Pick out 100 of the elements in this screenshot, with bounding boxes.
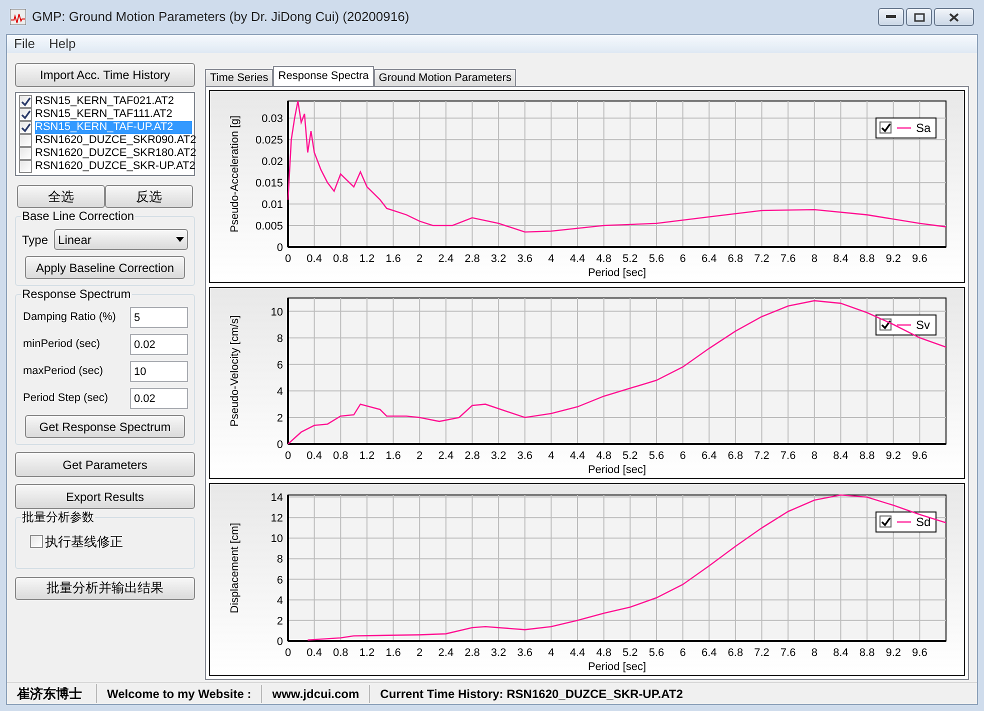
- checkbox[interactable]: [19, 134, 32, 147]
- action-button[interactable]: Export Results: [15, 484, 195, 509]
- checkbox[interactable]: [30, 535, 43, 548]
- menu-item[interactable]: Help: [48, 34, 76, 54]
- action-button[interactable]: Get Parameters: [15, 452, 195, 477]
- select-button[interactable]: 全选: [17, 185, 105, 208]
- tick-label: 0: [284, 253, 292, 266]
- minimize-button[interactable]: [878, 8, 904, 26]
- menu-item[interactable]: File: [14, 34, 35, 54]
- tick-label: 4.4: [570, 450, 586, 462]
- tick-label: 2.4: [438, 646, 454, 659]
- input-field[interactable]: 0.02: [130, 388, 188, 409]
- check-icon: [881, 517, 891, 526]
- tick-label: 1.2: [359, 450, 375, 462]
- input-field[interactable]: 5: [130, 307, 188, 328]
- type-dropdown[interactable]: Linear: [54, 229, 188, 250]
- apply-baseline-button[interactable]: Apply Baseline Correction: [25, 256, 185, 279]
- legend-label: Sd: [916, 514, 931, 529]
- tick-label: 8: [811, 253, 818, 266]
- maximize-button[interactable]: [906, 8, 932, 26]
- tick-label: 4.4: [570, 253, 586, 266]
- tick-label: 6: [680, 646, 686, 659]
- legend-label: Sa: [916, 121, 931, 136]
- axis-title: Period [sec]: [588, 660, 646, 673]
- tick-label: 6: [276, 359, 283, 372]
- tick-label: 7.6: [780, 646, 796, 659]
- checkbox[interactable]: [19, 95, 32, 108]
- tick-label: 4.4: [570, 646, 586, 659]
- tick-label: 0.8: [333, 253, 348, 266]
- list-item[interactable]: RSN1620_DUZCE_SKR180.AT2: [35, 147, 196, 160]
- tick-label: 0.01: [262, 199, 283, 212]
- tick-label: 0.005: [255, 220, 283, 233]
- tick-label: 2.8: [464, 646, 480, 659]
- tick-label: 4.8: [596, 253, 612, 266]
- axis-title: Period [sec]: [588, 267, 646, 280]
- tick-label: 2.4: [438, 253, 454, 266]
- checkbox[interactable]: [19, 160, 32, 173]
- tick-label: 3.2: [490, 450, 506, 462]
- tick-label: 2.8: [464, 450, 480, 462]
- tick-label: 7.2: [754, 450, 770, 462]
- tick-label: 5.2: [622, 450, 638, 462]
- list-item[interactable]: RSN1620_DUZCE_SKR090.AT2: [35, 134, 196, 147]
- tick-label: 3.6: [517, 646, 533, 659]
- list-item[interactable]: RSN15_KERN_TAF111.AT2: [35, 108, 192, 121]
- tab[interactable]: Time Series: [205, 69, 274, 86]
- list-item[interactable]: RSN15_KERN_TAF021.AT2: [35, 95, 192, 108]
- tick-label: 5.6: [648, 646, 664, 659]
- tick-label: 3.6: [517, 253, 533, 266]
- tick-label: 1.2: [359, 253, 375, 266]
- checkbox-label[interactable]: 执行基线修正: [45, 532, 123, 552]
- tick-label: 4: [276, 386, 283, 398]
- checkbox[interactable]: [19, 108, 32, 121]
- tick-label: 8: [276, 553, 283, 566]
- tick-label: 6.4: [701, 646, 717, 659]
- axis-title: Period [sec]: [588, 464, 646, 476]
- field-label: Damping Ratio (%): [23, 310, 116, 326]
- select-button[interactable]: 反选: [105, 185, 193, 208]
- group-title: 批量分析参数: [21, 509, 95, 525]
- tick-label: 10: [270, 532, 283, 545]
- field-label: maxPeriod (sec): [23, 364, 104, 380]
- tick-label: 8.4: [833, 450, 848, 462]
- tick-label: 2.4: [438, 450, 454, 462]
- tick-label: 9.6: [912, 253, 928, 266]
- tick-label: 4: [548, 253, 554, 266]
- tick-label: 10: [270, 306, 283, 318]
- field-label: Type: [22, 232, 48, 248]
- axis-title: Pseudo-Acceleration [g]: [229, 116, 241, 233]
- close-button[interactable]: [934, 8, 974, 26]
- checkbox[interactable]: [19, 121, 32, 134]
- tick-label: 0.025: [255, 134, 283, 147]
- tick-label: 8.8: [859, 253, 875, 266]
- tick-label: 4: [548, 450, 554, 462]
- check-icon: [881, 320, 891, 330]
- tick-label: 9.6: [912, 646, 928, 659]
- tick-label: 0.03: [262, 114, 283, 126]
- tick-label: 7.6: [780, 450, 796, 462]
- tick-label: 8.8: [859, 646, 875, 659]
- tick-label: 9.2: [886, 450, 901, 462]
- tick-label: 8.4: [833, 253, 848, 266]
- tick-label: 6.8: [728, 646, 744, 659]
- tick-label: 6: [680, 450, 686, 462]
- batch-button[interactable]: 批量分析并输出结果: [15, 576, 195, 600]
- window-title: GMP: Ground Motion Parameters (by Dr. JiDong Cui) (20200916): [32, 8, 410, 26]
- tick-label: 0: [276, 242, 283, 254]
- list-item[interactable]: RSN1620_DUZCE_SKR-UP.AT2: [35, 160, 196, 173]
- input-field[interactable]: 0.02: [130, 334, 188, 355]
- field-label: Period Step (sec): [23, 391, 108, 406]
- tick-label: 5.6: [648, 253, 664, 266]
- input-field[interactable]: 10: [130, 361, 188, 382]
- get-spectrum-button[interactable]: Get Response Spectrum: [25, 415, 185, 438]
- tick-label: 7.2: [754, 253, 770, 266]
- tick-label: 1.6: [386, 450, 401, 462]
- tick-label: 0.02: [262, 156, 283, 168]
- import-button[interactable]: Import Acc. Time History: [15, 63, 195, 87]
- tick-label: 8.4: [833, 646, 848, 659]
- tab[interactable]: Ground Motion Parameters: [374, 69, 516, 86]
- checkbox[interactable]: [19, 147, 32, 160]
- tick-label: 4.8: [596, 646, 612, 659]
- tab[interactable]: Response Spectra: [273, 66, 374, 86]
- tick-label: 2: [416, 646, 423, 659]
